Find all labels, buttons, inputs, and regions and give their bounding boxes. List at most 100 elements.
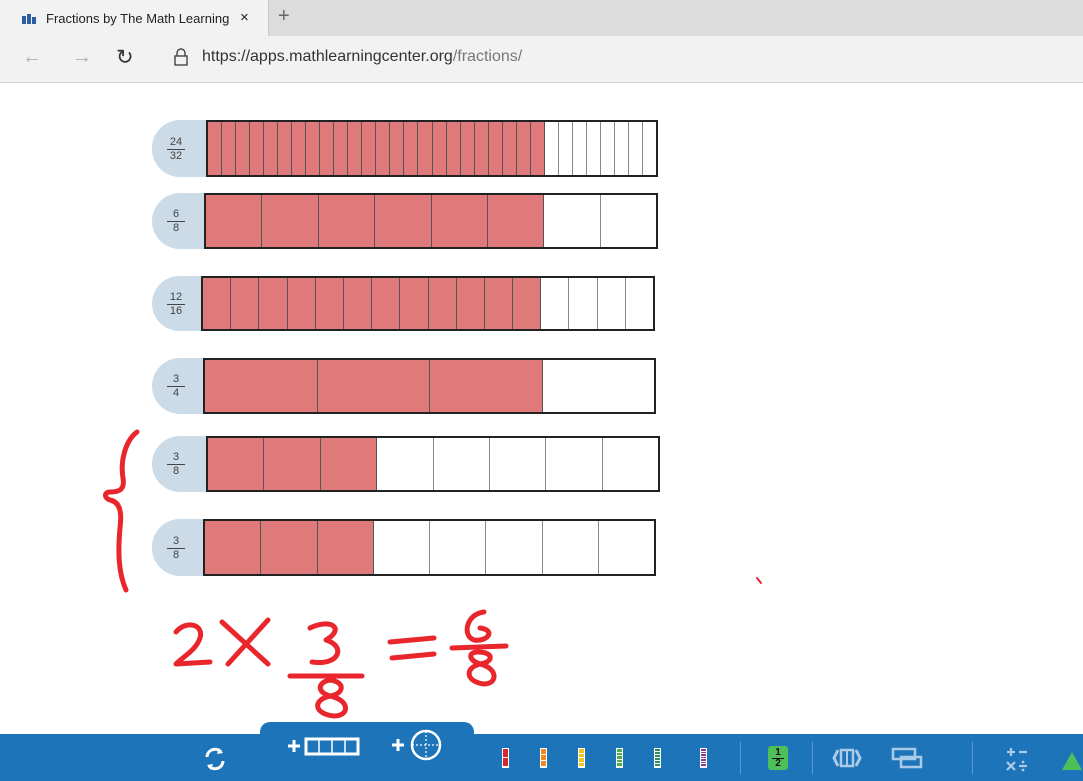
fraction-cell-filled[interactable] xyxy=(513,278,542,329)
fraction-cell-filled[interactable] xyxy=(205,521,262,574)
fraction-cell-filled[interactable] xyxy=(390,122,405,175)
operations-icon[interactable] xyxy=(1002,744,1032,774)
fraction-cell-filled[interactable] xyxy=(484,278,514,329)
fraction-cell-filled[interactable] xyxy=(446,122,461,175)
fraction-cell-filled[interactable] xyxy=(236,122,251,175)
fraction-cell-filled[interactable] xyxy=(222,122,237,175)
fraction-cell-filled[interactable] xyxy=(428,278,457,329)
fraction-cell-filled[interactable] xyxy=(400,278,429,329)
fraction-cell-filled[interactable] xyxy=(530,122,545,175)
fraction-cell-filled[interactable] xyxy=(372,278,401,329)
fraction-strip-button[interactable] xyxy=(616,748,623,768)
fraction-cell-filled[interactable] xyxy=(488,122,503,175)
fraction-cell-empty[interactable] xyxy=(544,195,601,247)
arrange-bars-icon[interactable] xyxy=(890,744,924,772)
fraction-cell-filled[interactable] xyxy=(278,122,293,175)
fraction-cell-empty[interactable] xyxy=(546,438,603,490)
fraction-strip-button[interactable] xyxy=(654,748,661,768)
fraction-cell-empty[interactable] xyxy=(541,278,570,329)
fraction-cell-filled[interactable] xyxy=(250,122,265,175)
fraction-cell-filled[interactable] xyxy=(431,195,488,247)
fraction-label: 38 xyxy=(156,535,196,561)
fraction-cell-empty[interactable] xyxy=(601,122,615,175)
fraction-cell-empty[interactable] xyxy=(543,521,599,574)
fraction-cell-empty[interactable] xyxy=(598,278,626,329)
fraction-cell-filled[interactable] xyxy=(334,122,349,175)
fraction-cell-filled[interactable] xyxy=(376,122,391,175)
fraction-cell-filled[interactable] xyxy=(343,278,373,329)
fraction-cell-empty[interactable] xyxy=(643,122,656,175)
fraction-cell-filled[interactable] xyxy=(320,122,335,175)
fraction-cell-filled[interactable] xyxy=(456,278,485,329)
fraction-cell-empty[interactable] xyxy=(374,521,430,574)
fraction-cell-empty[interactable] xyxy=(543,360,655,412)
fraction-cell-filled[interactable] xyxy=(502,122,517,175)
fraction-bar[interactable] xyxy=(203,519,656,576)
fraction-cell-empty[interactable] xyxy=(490,438,547,490)
fraction-cell-filled[interactable] xyxy=(206,195,263,247)
fraction-strip-button[interactable] xyxy=(540,748,547,768)
fraction-cell-empty[interactable] xyxy=(559,122,573,175)
fraction-cell-filled[interactable] xyxy=(474,122,489,175)
fraction-denominator: 16 xyxy=(167,303,185,317)
fraction-cell-filled[interactable] xyxy=(320,438,378,490)
fraction-cell-filled[interactable] xyxy=(292,122,307,175)
fraction-cell-filled[interactable] xyxy=(318,195,376,247)
fraction-cell-empty[interactable] xyxy=(599,521,654,574)
fraction-cell-empty[interactable] xyxy=(629,122,643,175)
fraction-cell-filled[interactable] xyxy=(487,195,545,247)
fraction-cell-filled[interactable] xyxy=(205,360,318,412)
fraction-cell-filled[interactable] xyxy=(430,360,543,412)
fraction-cell-filled[interactable] xyxy=(516,122,531,175)
fraction-bar[interactable] xyxy=(204,193,658,249)
fraction-strip-button[interactable] xyxy=(502,748,509,768)
fraction-numerator: 12 xyxy=(169,290,183,303)
fraction-cell-empty[interactable] xyxy=(545,122,559,175)
fraction-cell-empty[interactable] xyxy=(626,278,653,329)
fraction-cell-filled[interactable] xyxy=(348,122,363,175)
fraction-cell-filled[interactable] xyxy=(203,278,232,329)
fraction-cell-filled[interactable] xyxy=(208,438,265,490)
fraction-cell-empty[interactable] xyxy=(587,122,601,175)
fraction-cell-filled[interactable] xyxy=(261,521,318,574)
fraction-strip-button[interactable] xyxy=(578,748,585,768)
fraction-cell-filled[interactable] xyxy=(375,195,432,247)
fraction-bar[interactable] xyxy=(206,120,658,177)
add-circle-button[interactable] xyxy=(388,728,454,762)
fraction-cell-filled[interactable] xyxy=(404,122,419,175)
fraction-cell-empty[interactable] xyxy=(603,438,658,490)
fraction-cell-empty[interactable] xyxy=(615,122,629,175)
fraction-cell-filled[interactable] xyxy=(432,122,447,175)
fraction-cell-empty[interactable] xyxy=(569,278,598,329)
fraction-cell-filled[interactable] xyxy=(264,122,279,175)
fraction-label-toggle[interactable]: 1 2 xyxy=(768,746,788,770)
fraction-cell-empty[interactable] xyxy=(573,122,587,175)
fraction-cell-empty[interactable] xyxy=(486,521,543,574)
add-bar-button[interactable] xyxy=(284,732,368,760)
fraction-strip-button[interactable] xyxy=(700,748,707,768)
fraction-bar[interactable] xyxy=(203,358,656,414)
fraction-cell-filled[interactable] xyxy=(231,278,260,329)
fraction-cell-empty[interactable] xyxy=(601,195,656,247)
more-tools-icon[interactable] xyxy=(1062,748,1083,774)
fraction-cell-filled[interactable] xyxy=(460,122,475,175)
fraction-cell-filled[interactable] xyxy=(262,195,319,247)
fraction-cell-filled[interactable] xyxy=(317,521,374,574)
fraction-cell-filled[interactable] xyxy=(317,360,430,412)
fraction-cell-filled[interactable] xyxy=(362,122,377,175)
brace-stroke xyxy=(103,429,140,593)
fraction-cell-empty[interactable] xyxy=(430,521,487,574)
reset-icon[interactable] xyxy=(200,744,230,774)
fraction-bar[interactable] xyxy=(206,436,660,492)
fraction-cell-filled[interactable] xyxy=(418,122,433,175)
fraction-cell-filled[interactable] xyxy=(287,278,316,329)
fraction-cell-empty[interactable] xyxy=(377,438,434,490)
fraction-cell-filled[interactable] xyxy=(306,122,321,175)
fraction-cell-filled[interactable] xyxy=(259,278,288,329)
fraction-cell-filled[interactable] xyxy=(264,438,321,490)
fraction-cell-filled[interactable] xyxy=(315,278,344,329)
fraction-bar[interactable] xyxy=(201,276,655,331)
compare-bars-icon[interactable] xyxy=(830,744,864,772)
fraction-cell-filled[interactable] xyxy=(208,122,223,175)
fraction-cell-empty[interactable] xyxy=(434,438,490,490)
